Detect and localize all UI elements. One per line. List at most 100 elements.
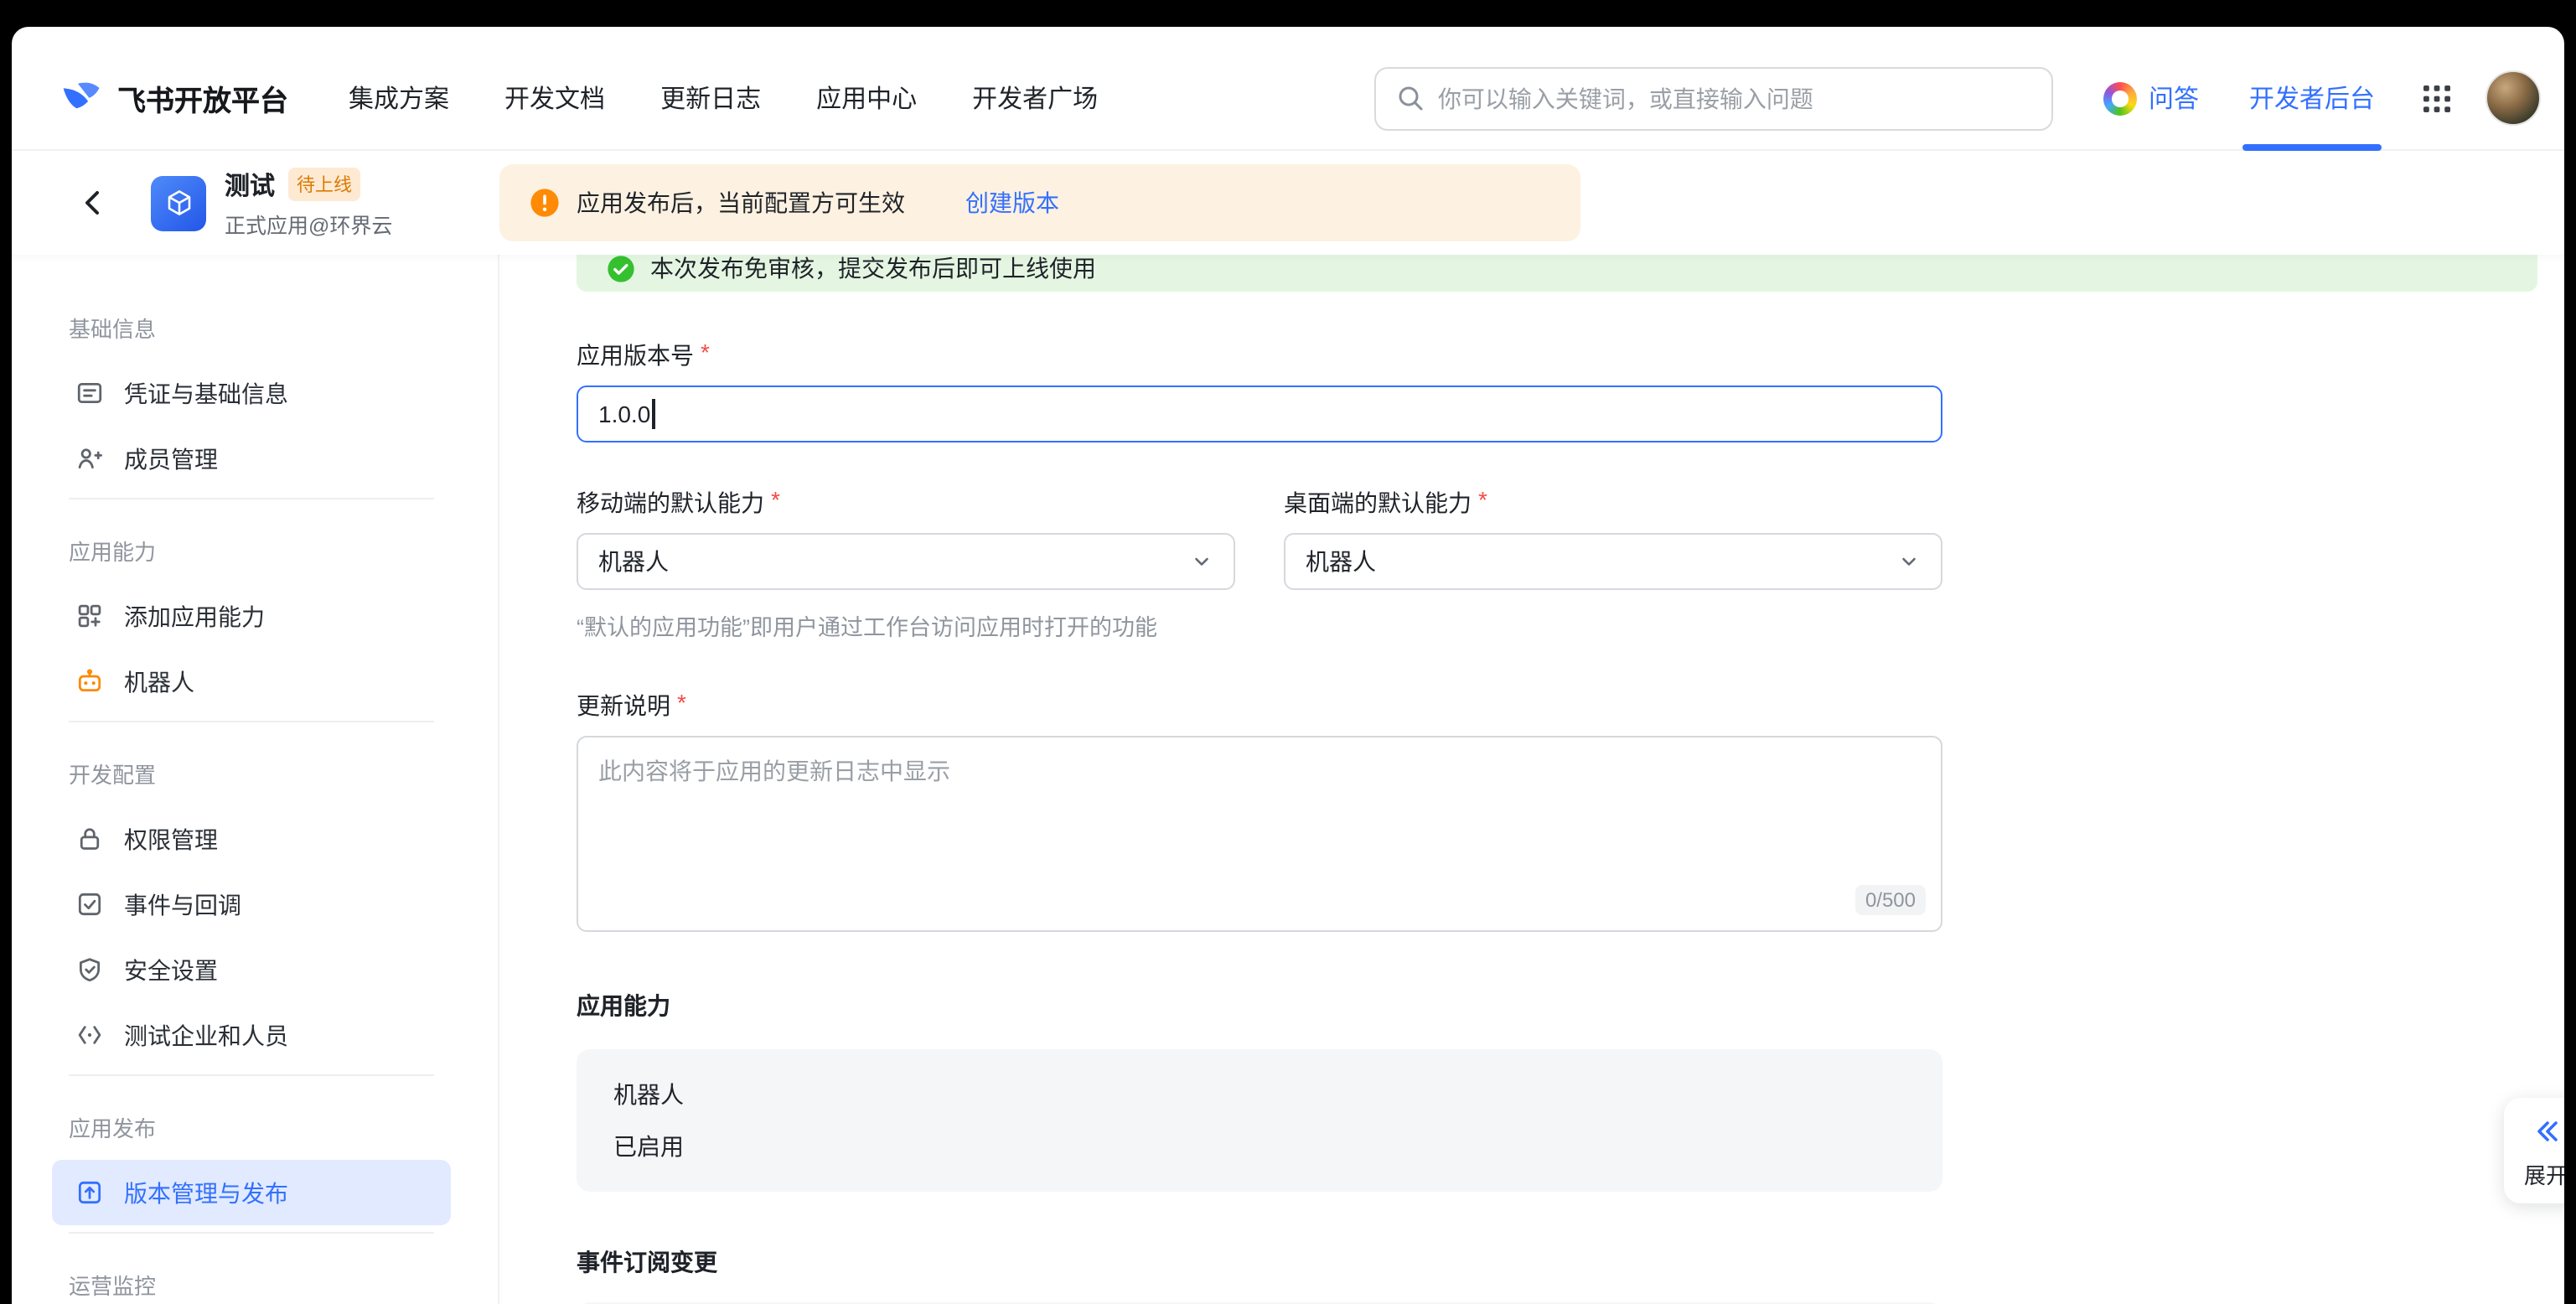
- notes-textarea[interactable]: [577, 736, 1942, 932]
- user-avatar[interactable]: [2485, 70, 2541, 126]
- expand-panel-toggle[interactable]: 展开: [2504, 1098, 2564, 1203]
- desktop-capability-field: 桌面端的默认能力* 机器人: [1284, 486, 1942, 590]
- feishu-logo-icon: [59, 76, 102, 120]
- content-area: 本次发布免审核，提交发布后即可上线使用 应用版本号* 1.0.0: [499, 255, 2564, 1304]
- sidebar-item-events[interactable]: 事件与回调: [52, 872, 451, 937]
- developer-console-tab[interactable]: 开发者后台: [2249, 80, 2375, 116]
- publish-warning-banner: 应用发布后，当前配置方可生效 创建版本: [499, 164, 1580, 241]
- sidebar-section-basic: 基础信息: [52, 313, 451, 347]
- nav-app-center[interactable]: 应用中心: [816, 80, 917, 116]
- sidebar-item-label: 安全设置: [124, 953, 218, 986]
- app-meta: 测试 待上线 正式应用@环界云: [225, 167, 439, 239]
- search-icon: [1396, 84, 1425, 112]
- success-banner-text: 本次发布免审核，提交发布后即可上线使用: [650, 255, 1096, 285]
- sidebar-item-label: 测试企业和人员: [124, 1018, 288, 1052]
- sidebar-item-security[interactable]: 安全设置: [52, 937, 451, 1002]
- default-capability-hint: “默认的应用功能”即用户通过工作台访问应用时打开的功能: [577, 608, 1942, 642]
- success-banner: 本次发布免审核，提交发布后即可上线使用: [577, 255, 2537, 292]
- chevron-down-icon: [1190, 550, 1213, 573]
- nav-changelog[interactable]: 更新日志: [660, 80, 761, 116]
- success-check-icon: [607, 255, 635, 282]
- notes-label: 更新说明*: [577, 689, 1942, 722]
- capability-section-title: 应用能力: [577, 989, 1942, 1022]
- app-header-bar: 测试 待上线 正式应用@环界云 应用发布后，当前配置方可生效 创建版本: [12, 151, 2564, 255]
- main-area: 基础信息 凭证与基础信息 成员管理 应用能力 添加应用能力 机器人: [12, 255, 2564, 1304]
- mobile-capability-label: 移动端的默认能力*: [577, 486, 1235, 520]
- warning-icon: [530, 188, 560, 218]
- app-subtitle: 正式应用@环界云: [225, 207, 439, 239]
- sidebar-item-label: 成员管理: [124, 442, 218, 475]
- required-marker: *: [1478, 486, 1487, 520]
- sidebar-item-test-org[interactable]: 测试企业和人员: [52, 1002, 451, 1068]
- platform-title: 飞书开放平台: [117, 77, 288, 119]
- sidebar-item-members[interactable]: 成员管理: [52, 426, 451, 491]
- lock-icon: [75, 825, 104, 853]
- screen: 飞书开放平台 集成方案 开发文档 更新日志 应用中心 开发者广场: [0, 0, 2576, 1304]
- create-version-link[interactable]: 创建版本: [965, 186, 1059, 220]
- version-label: 应用版本号*: [577, 339, 1942, 372]
- sidebar-divider: [69, 498, 434, 499]
- apps-grid-icon[interactable]: [2422, 83, 2452, 113]
- feishu-logo[interactable]: 飞书开放平台: [59, 76, 288, 120]
- capability-name: 机器人: [613, 1078, 1906, 1111]
- sidebar-item-label: 添加应用能力: [124, 599, 265, 633]
- mobile-capability-field: 移动端的默认能力* 机器人: [577, 486, 1235, 590]
- back-button[interactable]: [79, 188, 109, 218]
- sidebar-section-monitor: 运营监控: [52, 1270, 451, 1304]
- event-callback-icon: [75, 890, 104, 918]
- sidebar-item-label: 机器人: [124, 665, 194, 698]
- chevron-down-icon: [1897, 550, 1921, 573]
- qa-ring-icon: [2103, 81, 2137, 115]
- sidebar-section-release: 应用发布: [52, 1113, 451, 1146]
- sidebar-item-permissions[interactable]: 权限管理: [52, 806, 451, 872]
- search-input[interactable]: [1438, 85, 2031, 111]
- qa-label: 问答: [2149, 80, 2199, 116]
- mobile-capability-value: 机器人: [598, 545, 669, 578]
- browser-window: 飞书开放平台 集成方案 开发文档 更新日志 应用中心 开发者广场: [12, 27, 2564, 1304]
- text-caret: [652, 399, 654, 429]
- char-counter: 0/500: [1855, 885, 1926, 915]
- sidebar: 基础信息 凭证与基础信息 成员管理 应用能力 添加应用能力 机器人: [12, 255, 499, 1304]
- sidebar-item-credentials[interactable]: 凭证与基础信息: [52, 360, 451, 426]
- required-marker: *: [701, 339, 710, 372]
- primary-nav: 集成方案 开发文档 更新日志 应用中心 开发者广场: [349, 80, 1098, 116]
- version-input[interactable]: 1.0.0: [577, 386, 1942, 442]
- sidebar-item-label: 事件与回调: [124, 887, 241, 921]
- qa-button[interactable]: 问答: [2103, 80, 2199, 116]
- nav-integration[interactable]: 集成方案: [349, 80, 449, 116]
- desktop-capability-select[interactable]: 机器人: [1284, 533, 1942, 590]
- sidebar-divider: [69, 1074, 434, 1076]
- expand-label: 展开: [2524, 1158, 2564, 1190]
- desktop-capability-label: 桌面端的默认能力*: [1284, 486, 1942, 520]
- test-org-icon: [75, 1021, 104, 1049]
- required-marker: *: [771, 486, 780, 520]
- notes-field: 0/500: [577, 736, 1942, 932]
- add-capability-icon: [75, 602, 104, 630]
- sidebar-divider: [69, 1232, 434, 1234]
- sidebar-item-add-capability[interactable]: 添加应用能力: [52, 583, 451, 649]
- sidebar-item-bot[interactable]: 机器人: [52, 649, 451, 714]
- nav-dev-plaza[interactable]: 开发者广场: [972, 80, 1098, 116]
- capability-panel: 机器人 已启用: [577, 1049, 1942, 1192]
- sidebar-section-capability: 应用能力: [52, 536, 451, 570]
- double-chevron-left-icon: [2529, 1115, 2563, 1148]
- mobile-capability-select[interactable]: 机器人: [577, 533, 1235, 590]
- credential-icon: [75, 379, 104, 407]
- sidebar-item-label: 凭证与基础信息: [124, 376, 288, 410]
- desktop-capability-value: 机器人: [1306, 545, 1376, 578]
- nav-docs[interactable]: 开发文档: [504, 80, 605, 116]
- global-search[interactable]: [1374, 66, 2053, 130]
- status-badge: 待上线: [288, 168, 360, 201]
- sidebar-divider: [69, 721, 434, 722]
- shield-icon: [75, 955, 104, 984]
- app-name: 测试: [225, 167, 275, 202]
- version-release-icon: [75, 1178, 104, 1207]
- required-marker: *: [677, 689, 686, 722]
- top-navigation: 飞书开放平台 集成方案 开发文档 更新日志 应用中心 开发者广场: [12, 27, 2564, 151]
- sidebar-item-version-release[interactable]: 版本管理与发布: [52, 1160, 451, 1225]
- robot-icon: [75, 667, 104, 696]
- app-icon: [151, 175, 206, 230]
- capability-status: 已启用: [613, 1130, 1906, 1163]
- release-form: 应用版本号* 1.0.0 移动端的默认能力* 机器人: [577, 339, 1942, 1304]
- warning-text: 应用发布后，当前配置方可生效: [577, 186, 905, 220]
